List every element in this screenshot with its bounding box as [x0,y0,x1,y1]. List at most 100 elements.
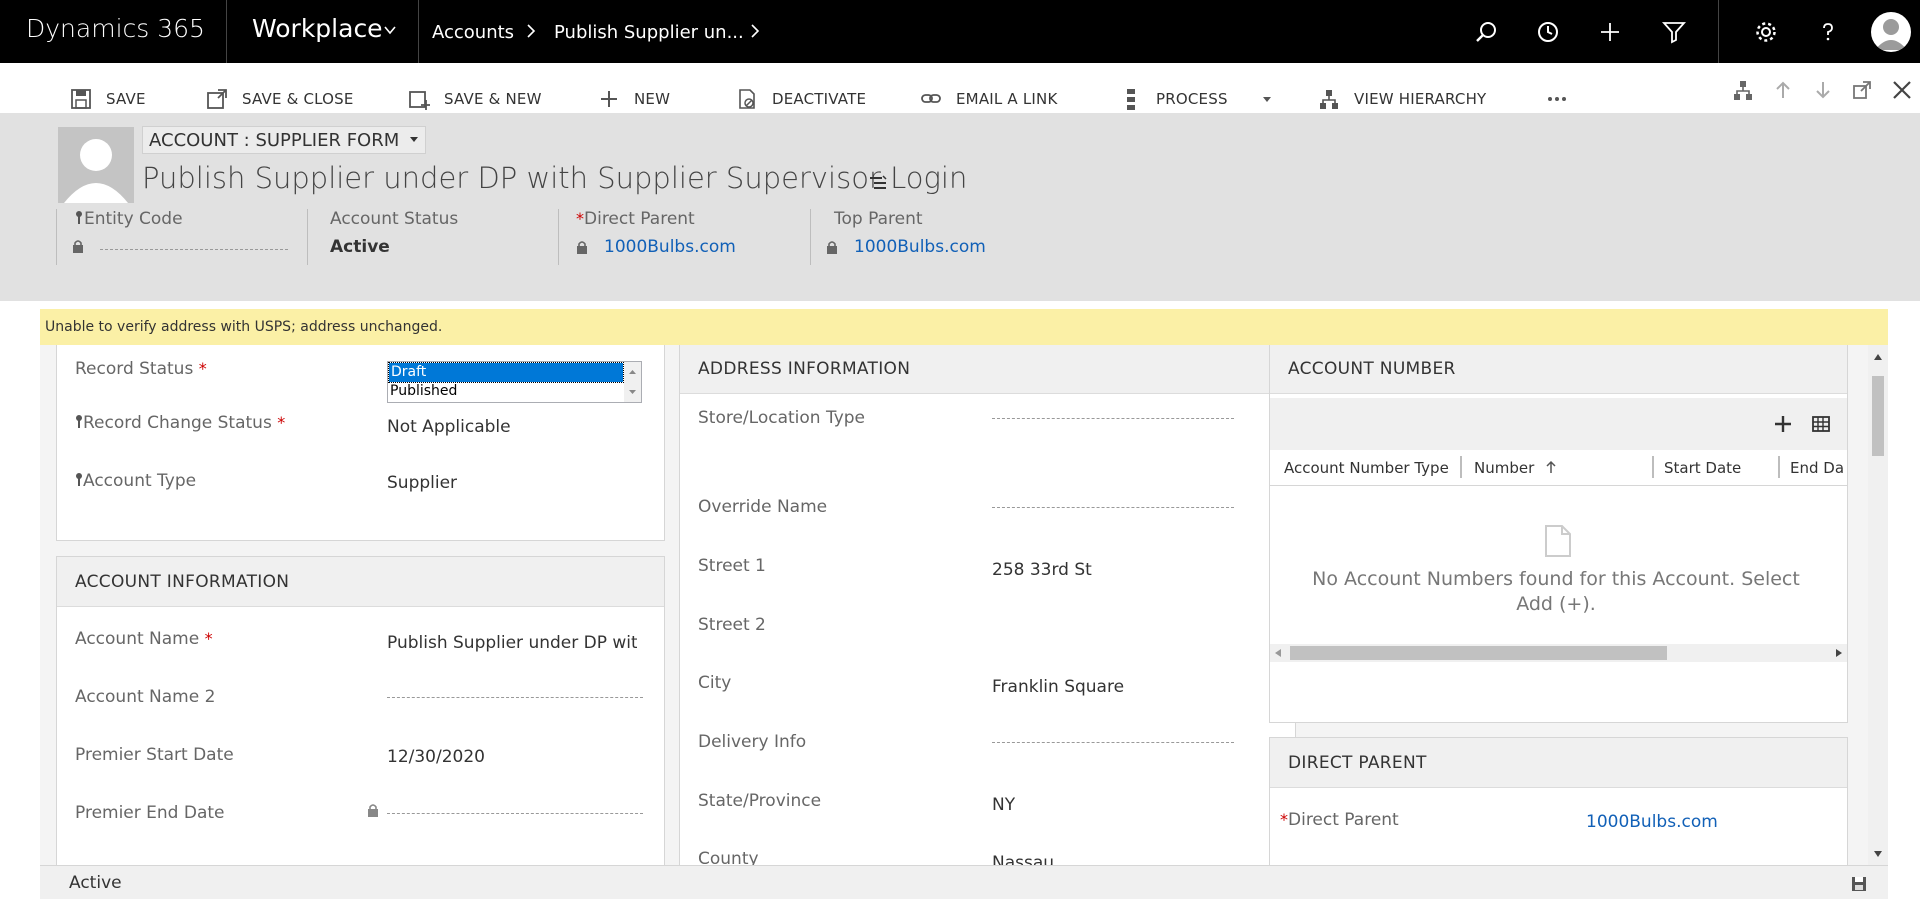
form-body: Record Status * Draft Published Record C… [40,345,1888,865]
empty-document-icon [1545,525,1571,557]
hierarchy-small-icon[interactable] [1732,79,1754,101]
user-avatar[interactable] [1871,12,1911,52]
record-status-option-published[interactable]: Published [388,382,624,401]
lock-icon [827,241,837,254]
scroll-right-arrow-icon[interactable] [1835,648,1843,658]
next-record-arrow-icon[interactable] [1812,79,1834,101]
caret-down-icon [1262,97,1271,102]
top-navigation-bar: Dynamics 365 Workplace Accounts Publish … [0,0,1920,63]
previous-record-arrow-icon[interactable] [1772,79,1794,101]
chevron-right-icon[interactable] [750,24,760,38]
search-icon[interactable] [1472,18,1500,46]
section-heading: DIRECT PARENT [1270,738,1847,788]
empty-value-input[interactable] [387,697,643,698]
lock-icon [73,240,83,253]
quick-create-icon[interactable] [1596,18,1624,46]
header-field-entity-code[interactable]: Entity Code [73,209,294,267]
new-button[interactable]: NEW [598,87,670,111]
column-header-start-date[interactable]: Start Date [1664,459,1741,477]
scroll-down-arrow-icon[interactable] [1873,850,1883,858]
more-commands-ellipsis-icon[interactable] [1546,87,1568,111]
scroll-left-arrow-icon[interactable] [1274,648,1282,658]
caret-down-icon [410,137,419,142]
general-section: Record Status * Draft Published Record C… [56,345,665,541]
street-2-field: Street 2 [698,615,766,635]
empty-grid-message: No Account Numbers found for this Accoun… [1312,568,1800,615]
breadcrumb-accounts[interactable]: Accounts [432,22,514,43]
record-status-field: Record Status * Draft Published [57,359,664,403]
record-status-listbox[interactable]: Draft Published [387,361,642,403]
key-icon [76,211,82,224]
record-header: ACCOUNT : SUPPLIER FORM Publish Supplier… [0,113,1920,301]
title-menu-icon[interactable] [868,175,888,191]
advanced-find-icon[interactable] [1660,18,1688,46]
column-resize-handle[interactable] [1652,456,1654,478]
save-and-new-button[interactable]: SAVE & NEW [408,87,542,111]
nav-divider [1718,0,1719,63]
vertical-scroll-thumb[interactable] [1872,376,1884,456]
direct-parent-link[interactable]: 1000Bulbs.com [604,237,736,257]
close-form-icon[interactable] [1891,79,1913,101]
override-name-field: Override Name [680,497,1295,527]
horizontal-scroll-thumb[interactable] [1290,646,1667,660]
save-close-icon [207,89,227,109]
save-button[interactable]: SAVE [70,87,146,111]
header-field-account-status[interactable]: Account Status Active [330,209,530,267]
form-selector[interactable]: ACCOUNT : SUPPLIER FORM [142,126,427,154]
column-header-end-date[interactable]: End Da [1790,459,1844,477]
direct-parent-field: *Direct Parent 1000Bulbs.com [1280,810,1718,832]
empty-value-input[interactable] [992,507,1234,508]
deactivate-button[interactable]: DEACTIVATE [736,87,866,111]
process-button[interactable]: PROCESS [1120,87,1272,111]
help-icon[interactable] [1814,18,1842,46]
column-resize-handle[interactable] [1460,456,1462,478]
address-information-section: ADDRESS INFORMATION Store/Location Type … [679,345,1296,865]
pop-out-icon[interactable] [1851,79,1873,101]
horizontal-scrollbar[interactable] [1270,644,1847,662]
entity-image[interactable] [58,127,134,203]
store-location-type-field: Store/Location Type [680,408,1295,438]
column-header-account-number-type[interactable]: Account Number Type [1284,459,1449,477]
empty-value-input[interactable] [992,418,1234,419]
premier-start-date-field: Premier Start Date 12/30/2020 [75,745,485,767]
nav-divider [418,0,419,63]
column-resize-handle[interactable] [1778,456,1780,478]
chevron-right-icon [527,24,536,38]
top-parent-link[interactable]: 1000Bulbs.com [854,237,986,257]
header-field-divider [558,209,559,265]
record-status-option-draft[interactable]: Draft [388,362,624,383]
breadcrumb-record[interactable]: Publish Supplier un... [554,22,744,43]
account-name-field: Account Name * Publish Supplier under DP… [75,629,637,653]
recent-history-icon[interactable] [1534,18,1562,46]
chevron-down-icon[interactable] [384,24,396,36]
city-field: City Franklin Square [698,673,1125,697]
listbox-scrollbar[interactable] [624,362,641,402]
settings-gear-icon[interactable] [1752,18,1780,46]
header-field-divider [56,209,57,265]
view-hierarchy-button[interactable]: VIEW HIERARCHY [1318,87,1486,111]
email-a-link-button[interactable]: EMAIL A LINK [920,87,1058,111]
header-field-divider [307,209,308,265]
column-header-number[interactable]: Number [1474,459,1557,477]
hierarchy-icon [1320,90,1338,109]
area-selector[interactable]: Workplace [252,14,383,43]
scroll-up-arrow-icon[interactable] [1873,353,1883,361]
record-status-text: Active [69,873,122,893]
required-asterisk: * [204,629,213,648]
command-bar: SAVE SAVE & CLOSE SAVE & NEW NEW DEACTIV… [0,63,1920,113]
form-vertical-scrollbar[interactable] [1868,345,1888,865]
state-province-field: State/Province NY [698,791,1016,815]
footer-save-icon[interactable] [1851,876,1867,892]
add-record-plus-icon[interactable] [1773,414,1793,434]
record-title: Publish Supplier under DP with Supplier … [142,161,968,195]
header-field-direct-parent[interactable]: *Direct Parent 1000Bulbs.com [576,209,796,267]
section-heading: ADDRESS INFORMATION [680,345,1295,394]
empty-value-input[interactable] [992,742,1234,743]
process-icon [1127,89,1135,110]
grid-view-icon[interactable] [1811,414,1831,434]
app-brand[interactable]: Dynamics 365 [26,14,205,43]
header-field-top-parent[interactable]: Top Parent 1000Bulbs.com [826,209,1066,267]
save-and-close-button[interactable]: SAVE & CLOSE [206,87,354,111]
direct-parent-lookup-link[interactable]: 1000Bulbs.com [1586,812,1718,832]
premier-end-date-field: Premier End Date [57,803,664,833]
